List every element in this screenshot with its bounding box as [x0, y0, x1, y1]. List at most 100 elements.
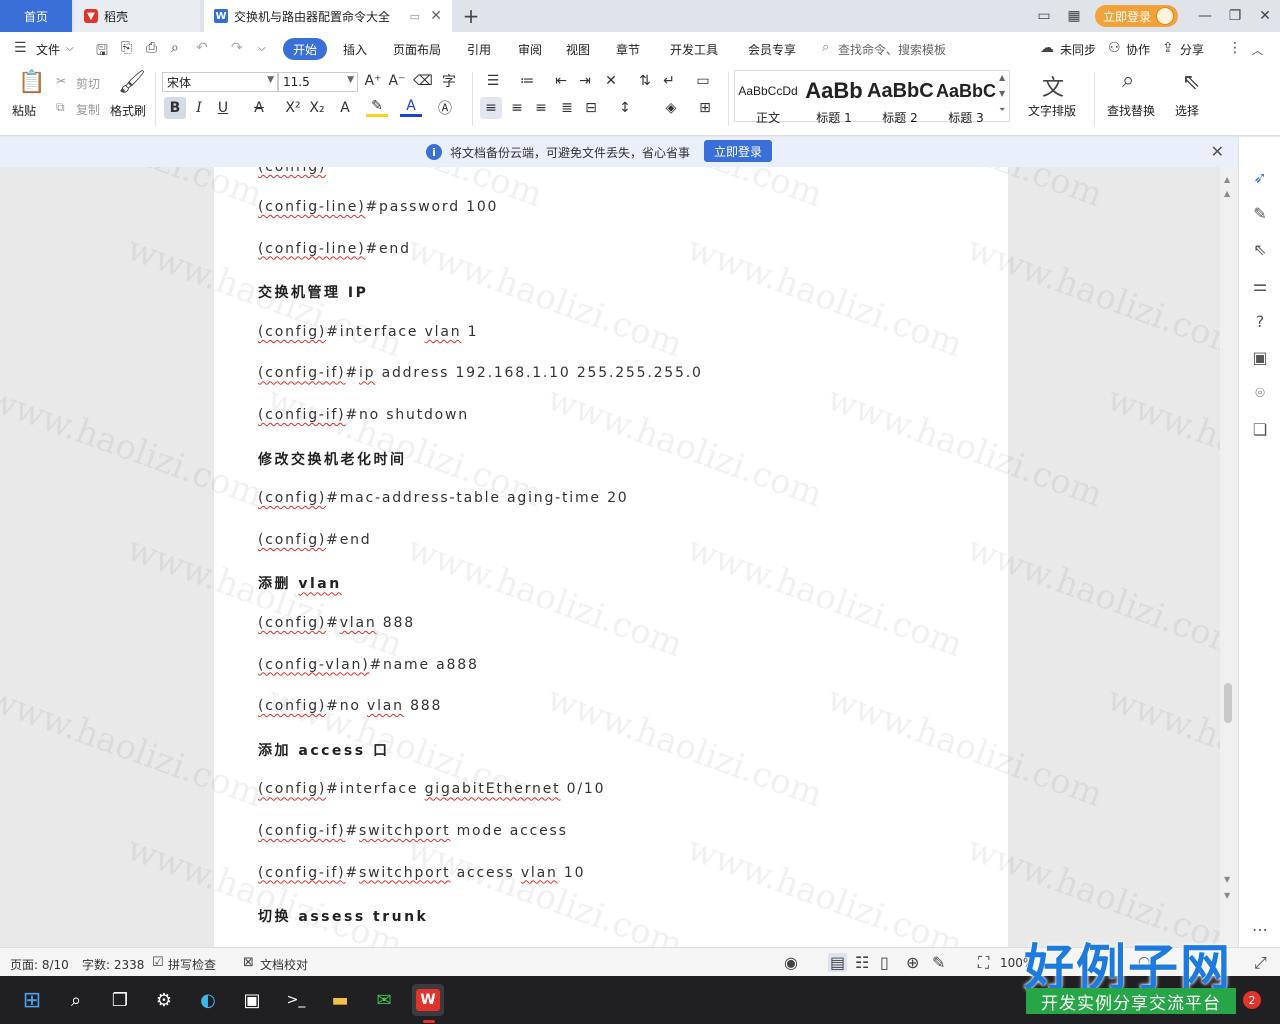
shading-icon[interactable]: ◈: [660, 97, 682, 119]
menu-section[interactable]: 章节: [616, 41, 640, 58]
notice-login-button[interactable]: 立即登录: [704, 140, 772, 162]
chevron-down-icon[interactable]: ⌵: [66, 43, 74, 54]
vertical-scrollbar[interactable]: ▲ ▲ ▼ ▼: [1220, 167, 1238, 947]
more-tools-icon[interactable]: ⋯: [1250, 919, 1270, 939]
strikethrough-button[interactable]: A: [248, 97, 270, 119]
menu-review[interactable]: 审阅: [518, 41, 542, 58]
copy-icon[interactable]: ⧉: [56, 100, 65, 115]
line-spacing-icon[interactable]: ↕: [614, 97, 636, 119]
scroll-up-icon[interactable]: ▲: [1224, 189, 1230, 198]
styles-scroll-down-icon[interactable]: ▼: [999, 89, 1005, 98]
menu-file[interactable]: 文件: [36, 41, 60, 58]
menu-view[interactable]: 视图: [566, 41, 590, 58]
reading-view-icon[interactable]: ▯: [880, 953, 889, 972]
wechat-icon[interactable]: ✉: [368, 984, 400, 1016]
menu-references[interactable]: 引用: [467, 41, 491, 58]
proofread-icon[interactable]: ⊠: [243, 955, 254, 970]
format-painter-icon[interactable]: 🖌: [118, 70, 146, 95]
font-name-select[interactable]: 宋体 ▼: [162, 72, 278, 92]
save-icon[interactable]: 🖫: [96, 40, 108, 64]
login-button[interactable]: 立即登录: [1094, 5, 1178, 27]
text-effect-button[interactable]: A: [334, 97, 356, 119]
outline-view-icon[interactable]: ☷: [855, 953, 869, 972]
font-size-select[interactable]: 11.5 ▼: [278, 72, 358, 92]
task-view-icon[interactable]: ❐: [104, 984, 136, 1016]
text-layout-button[interactable]: 文字排版: [1028, 102, 1076, 119]
settings-gear-icon[interactable]: ⚙: [148, 984, 180, 1016]
font-color-button[interactable]: A: [400, 97, 422, 117]
tab-daoke[interactable]: ▼ 稻壳: [74, 0, 200, 32]
grid-apps-icon[interactable]: ▦: [1059, 0, 1089, 32]
borders-icon[interactable]: ⊞: [694, 97, 716, 119]
increase-indent-icon[interactable]: ⇥: [574, 70, 596, 92]
italic-button[interactable]: I: [188, 97, 210, 119]
close-icon[interactable]: ✕: [1211, 142, 1224, 161]
terminal-icon[interactable]: >_: [280, 984, 312, 1016]
notification-badge[interactable]: 2: [1243, 991, 1261, 1009]
text-layout-icon[interactable]: 文: [1042, 70, 1064, 102]
style-heading-3[interactable]: AaBbC 标题 3: [933, 75, 999, 125]
edge-browser-icon[interactable]: ◐: [192, 984, 224, 1016]
paste-button[interactable]: 粘贴: [12, 102, 36, 119]
close-window-icon[interactable]: ✕: [1250, 0, 1280, 32]
style-normal[interactable]: AaBbCcDd 正文: [735, 75, 801, 125]
justify-icon[interactable]: ≣: [556, 97, 578, 119]
show-marks-icon[interactable]: ↵: [658, 70, 680, 92]
write-mode-icon[interactable]: ✎: [932, 953, 945, 972]
style-heading-2[interactable]: AaBbC 标题 2: [867, 75, 933, 125]
fit-page-icon[interactable]: ⛶: [978, 953, 989, 973]
menu-member[interactable]: 会员专享: [748, 41, 796, 58]
cut-button[interactable]: 剪切: [76, 75, 100, 92]
find-replace-button[interactable]: 查找替换: [1107, 102, 1155, 119]
decrease-indent-icon[interactable]: ⇤: [550, 70, 572, 92]
paste-icon[interactable]: 📋: [18, 70, 45, 95]
pen-icon[interactable]: ✎: [1250, 203, 1270, 223]
spellcheck-button[interactable]: 拼写检查: [168, 956, 216, 973]
tab-document[interactable]: W 交换机与路由器配置命令大全 ▭ ✕: [204, 0, 452, 32]
collab-button[interactable]: 协作: [1126, 41, 1150, 58]
document-page[interactable]: (config) (config-line)#password 100 (confi…: [214, 167, 1008, 947]
page-view-icon[interactable]: ▤: [828, 953, 848, 972]
export-pdf-icon[interactable]: ⎘: [121, 40, 132, 56]
taskbar-search-icon[interactable]: ⌕: [60, 984, 92, 1016]
page-indicator[interactable]: 页面: 8/10: [10, 956, 69, 973]
eye-protection-icon[interactable]: ◉: [784, 953, 798, 972]
collapse-ribbon-icon[interactable]: ︿: [1252, 42, 1263, 58]
customize-quick-access-icon[interactable]: ⌵: [258, 43, 266, 54]
styles-more-icon[interactable]: ⏷: [999, 105, 1005, 115]
share-icon[interactable]: ⇪: [1162, 40, 1174, 56]
collab-icon[interactable]: ⚇: [1108, 40, 1121, 56]
char-shading-button[interactable]: Ⓐ: [434, 97, 456, 119]
help-icon[interactable]: ?: [1250, 311, 1270, 331]
numbered-list-icon[interactable]: ≔: [516, 70, 538, 92]
menu-start[interactable]: 开始: [283, 38, 327, 60]
subscript-button[interactable]: X₂: [306, 97, 328, 119]
layout-toggle-icon[interactable]: ▭: [1029, 0, 1059, 32]
phonetic-guide-icon[interactable]: 字: [438, 70, 460, 92]
print-icon[interactable]: ⎙: [146, 40, 157, 56]
tab-home[interactable]: 首页: [0, 0, 72, 32]
reader-icon[interactable]: ❏: [1250, 419, 1270, 439]
scroll-thumb[interactable]: [1224, 683, 1232, 723]
print-preview-icon[interactable]: ⌕: [171, 40, 179, 56]
fullscreen-icon[interactable]: ⤢: [1254, 953, 1267, 973]
hamburger-icon[interactable]: ☰: [14, 40, 27, 56]
chinese-layout-icon[interactable]: ✕: [600, 70, 622, 92]
tab-close-icon[interactable]: ✕: [430, 8, 442, 24]
style-heading-1[interactable]: AaBb 标题 1: [801, 75, 867, 125]
shrink-font-icon[interactable]: A⁻: [386, 70, 408, 92]
file-explorer-icon[interactable]: ▬: [324, 984, 356, 1016]
select-cursor-icon[interactable]: ⇖: [1182, 70, 1200, 95]
minimize-icon[interactable]: —: [1190, 0, 1220, 32]
new-tab-button[interactable]: +: [458, 4, 484, 28]
clear-format-icon[interactable]: ⌫: [412, 70, 434, 92]
command-search-input[interactable]: 查找命令、搜索模板: [838, 41, 946, 58]
cut-icon[interactable]: ✂: [56, 74, 66, 88]
table-grid-icon[interactable]: ▭: [692, 70, 714, 92]
find-replace-icon[interactable]: ⌕: [1122, 68, 1134, 93]
image-translate-icon[interactable]: ▣: [1250, 347, 1270, 367]
windows-start-icon[interactable]: ⊞: [16, 984, 48, 1016]
bullet-list-icon[interactable]: ☰: [482, 70, 504, 92]
distribute-icon[interactable]: ⊟: [580, 97, 602, 119]
sort-icon[interactable]: ⇅: [634, 70, 656, 92]
